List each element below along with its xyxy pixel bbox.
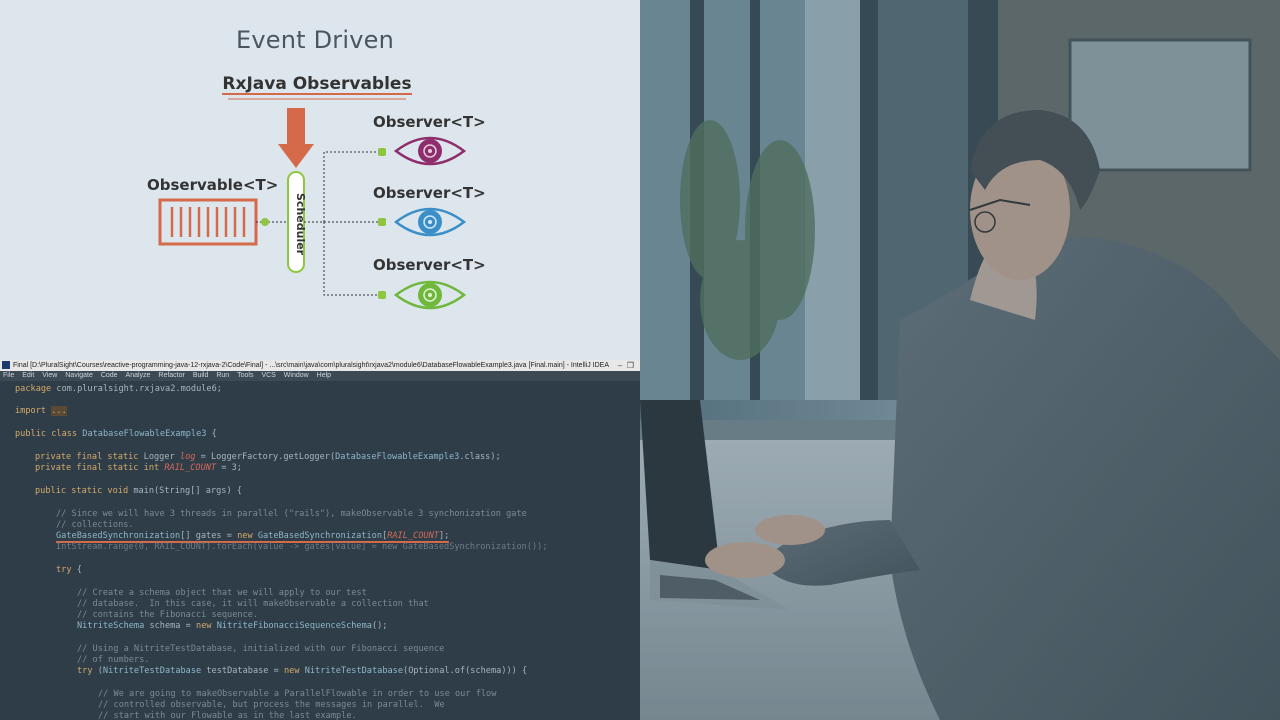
code-comment: // collections.: [56, 520, 134, 530]
code-line: package com.pluralsight.rxjava2.module6;: [15, 384, 222, 394]
diagram: [158, 93, 467, 310]
branch-lines: [304, 151, 380, 296]
photo-illustration: [640, 0, 1280, 720]
scheduler-label: Scheduler: [294, 193, 307, 256]
code-editor[interactable]: package com.pluralsight.rxjava2.module6;…: [0, 381, 640, 720]
code-line: public static void main(String[] args) {: [35, 486, 242, 496]
down-arrow-shaft: [287, 108, 305, 146]
ide-title-text: Final [D:\PluralSight\Courses\reactive-p…: [13, 362, 610, 369]
code-comment: // database. In this case, it will makeO…: [77, 599, 429, 609]
code-line: try {: [56, 565, 82, 575]
code-line: try (NitriteTestDatabase testDatabase = …: [77, 666, 528, 676]
menu-help[interactable]: Help: [317, 372, 331, 379]
slide-panel: Event Driven RxJava Observables Observab…: [0, 0, 640, 360]
observer-label-1: Observer<T>: [373, 113, 486, 131]
menu-vcs[interactable]: VCS: [261, 372, 275, 379]
ide-menu-bar: File Edit View Navigate Code Analyze Ref…: [0, 371, 640, 381]
code-comment: // of numbers.: [77, 655, 150, 665]
code-comment: // We are going to makeObservable a Para…: [98, 689, 497, 699]
menu-run[interactable]: Run: [216, 372, 229, 379]
presenter-photo: [640, 0, 1280, 720]
intellij-icon: [2, 361, 10, 369]
down-arrow-head: [278, 144, 314, 168]
eye-icon-blue: [393, 207, 467, 237]
menu-file[interactable]: File: [3, 372, 14, 379]
code-line: private final static int RAIL_COUNT = 3;: [35, 463, 242, 473]
code-line: private final static Logger log = Logger…: [35, 452, 501, 462]
code-comment: // Since we will have 3 threads in paral…: [56, 509, 527, 519]
code-line: public class DatabaseFlowableExample3 {: [15, 429, 217, 439]
menu-navigate[interactable]: Navigate: [65, 372, 93, 379]
branch-dots: [378, 148, 386, 299]
observable-label: Observable<T>: [147, 176, 279, 194]
menu-view[interactable]: View: [42, 372, 57, 379]
eye-icon-purple: [393, 136, 467, 166]
ide-title-bar: Final [D:\PluralSight\Courses\reactive-p…: [0, 360, 640, 371]
connector-dot: [261, 218, 269, 226]
eye-icon-green: [393, 280, 467, 310]
code-comment: // Using a NitriteTestDatabase, initiali…: [77, 644, 445, 654]
code-comment: // contains the Fibonacci sequence.: [77, 610, 259, 620]
menu-tools[interactable]: Tools: [237, 372, 253, 379]
menu-refactor[interactable]: Refactor: [158, 372, 184, 379]
menu-build[interactable]: Build: [193, 372, 209, 379]
window-controls[interactable]: – ❐: [618, 360, 634, 371]
menu-edit[interactable]: Edit: [22, 372, 34, 379]
code-comment: // start with our Flowable as in the las…: [98, 711, 357, 720]
menu-window[interactable]: Window: [284, 372, 309, 379]
code-line-highlighted: GateBasedSynchronization[] gates = new G…: [56, 531, 450, 543]
observer-label-2: Observer<T>: [373, 184, 486, 202]
observable-bars: [170, 207, 246, 237]
code-line: import ...: [15, 406, 67, 416]
code-line: NitriteSchema schema = new NitriteFibona…: [77, 621, 388, 631]
code-comment: // controlled observable, but process th…: [98, 700, 445, 710]
code-line: IntStream.range(0, RAIL_COUNT).forEach(v…: [56, 542, 548, 552]
code-comment: // Create a schema object that we will a…: [77, 588, 367, 598]
observer-label-3: Observer<T>: [373, 256, 486, 274]
menu-code[interactable]: Code: [101, 372, 118, 379]
ide-window: Final [D:\PluralSight\Courses\reactive-p…: [0, 360, 640, 720]
menu-analyze[interactable]: Analyze: [126, 372, 151, 379]
